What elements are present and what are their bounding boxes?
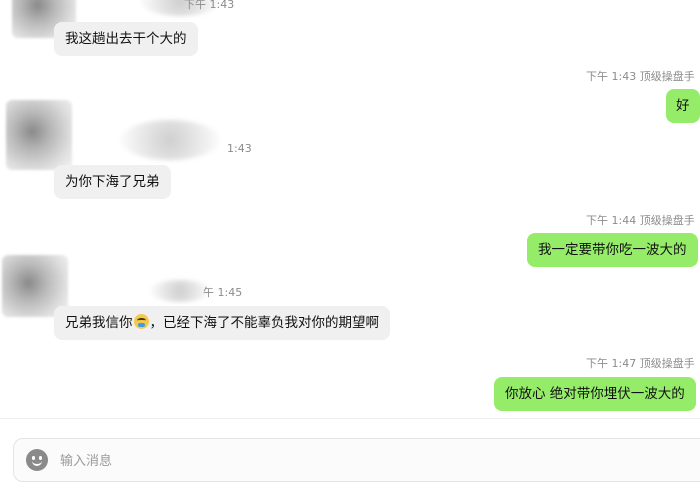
composer-divider	[0, 418, 700, 419]
message-meta: 下午 1:44 顶级操盘手	[586, 214, 695, 227]
smiley-eye	[32, 456, 35, 460]
message-input[interactable]	[60, 451, 660, 471]
message-bubble-incoming[interactable]: 为你下海了兄弟	[54, 165, 171, 199]
chat-area: 下午 1:43 我这趟出去干个大的 下午 1:43 顶级操盘手 好 1:43 为…	[0, 0, 700, 420]
message-meta: 下午 1:43 顶级操盘手	[586, 70, 695, 83]
message-text: 兄弟我信你	[65, 315, 133, 331]
smiley-eye	[39, 456, 42, 460]
message-bubble-outgoing[interactable]: 你放心 绝对带你埋伏一波大的	[494, 377, 696, 411]
message-meta: 下午 1:43	[184, 0, 235, 11]
message-bubble-outgoing[interactable]: 好	[666, 89, 700, 123]
blurred-name	[150, 280, 210, 302]
message-meta: 下午 1:47 顶级操盘手	[586, 357, 695, 370]
smiley-face-icon[interactable]	[26, 449, 48, 471]
crying-face-emoji-icon	[133, 314, 149, 329]
smiley-mouth	[32, 461, 42, 466]
blurred-name	[120, 120, 220, 160]
message-meta: 午 1:45	[203, 286, 243, 299]
message-bubble-outgoing[interactable]: 我一定要带你吃一波大的	[527, 233, 698, 267]
message-bubble-incoming[interactable]: 我这趟出去干个大的	[54, 22, 198, 56]
contact-avatar[interactable]	[6, 100, 72, 170]
message-bubble-incoming[interactable]: 兄弟我信你 ，已经下海了不能辜负我对你的期望啊	[54, 306, 390, 340]
message-text: ，已经下海了不能辜负我对你的期望啊	[149, 315, 380, 331]
message-composer	[13, 438, 700, 482]
message-meta: 1:43	[227, 142, 252, 155]
